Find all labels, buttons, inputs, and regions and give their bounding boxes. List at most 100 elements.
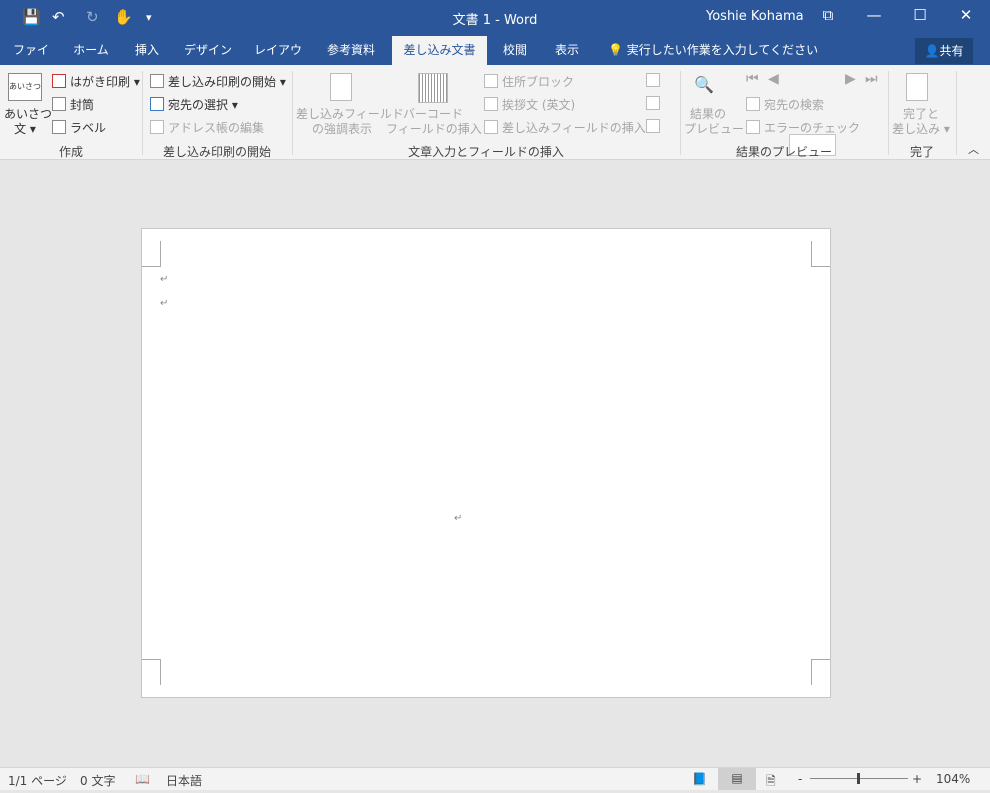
postcard-button[interactable]: はがき印刷 ▾	[52, 73, 140, 90]
first-record-icon[interactable]: ⏮	[746, 71, 759, 87]
crop-mark	[811, 659, 830, 685]
maximize-icon[interactable]: ☐	[905, 6, 935, 24]
print-layout-icon[interactable]: ▤	[718, 768, 756, 790]
highlight-label: 差し込みフィールド	[296, 107, 404, 121]
edit-recipient-list-button[interactable]: アドレス帳の編集	[150, 119, 264, 136]
divider	[956, 71, 957, 155]
barcode-label: バーコード	[402, 107, 463, 121]
zoom-level[interactable]: 104%	[936, 772, 970, 786]
group-label-create: 作成	[58, 145, 83, 159]
edit-list-label: アドレス帳の編集	[168, 121, 265, 135]
language[interactable]: 日本語	[166, 772, 202, 789]
crop-mark	[811, 241, 830, 267]
tab-design[interactable]: デザイン	[178, 36, 238, 65]
tab-review[interactable]: 校閲	[495, 36, 535, 65]
labels-button[interactable]: ラベル	[52, 119, 106, 136]
insert-barcode-button[interactable]: バーコード フィールドの挿入 ▾	[386, 107, 492, 137]
zoom-slider-thumb[interactable]	[857, 773, 860, 784]
tab-mailings[interactable]: 差し込み文書	[392, 36, 487, 65]
ribbon: あいさつ あいさつ文 ▾ はがき印刷 ▾ 封筒 ラベル 作成 差し込み印刷の開始…	[0, 65, 990, 160]
envelope-icon	[52, 97, 66, 111]
document-icon	[484, 97, 498, 111]
start-mail-merge-button[interactable]: 差し込み印刷の開始 ▾	[150, 73, 286, 90]
preview-results-button[interactable]: 結果の プレビュー	[684, 107, 745, 137]
preview-abc-icon: 🔍	[694, 75, 714, 94]
greeting-label-2: 文 ▾	[14, 122, 36, 136]
address-block-button[interactable]: 住所ブロック	[484, 73, 574, 90]
tab-view[interactable]: 表示	[545, 36, 589, 65]
barcode-label-2: フィールドの挿入 ▾	[386, 122, 492, 136]
group-label-finish: 完了	[909, 145, 934, 159]
update-labels-icon[interactable]	[646, 119, 660, 133]
crop-mark	[142, 659, 161, 685]
labels-label: ラベル	[70, 121, 107, 135]
edit-list-icon	[150, 120, 164, 134]
tab-insert[interactable]: 挿入	[126, 36, 168, 65]
title-bar: 💾 ↶ ↻ ✋ ▾ 文書 1 - Word Yoshie Kohama ⧉ — …	[0, 0, 990, 36]
paragraph-mark: ↵	[454, 513, 463, 524]
tab-file[interactable]: ファイル	[6, 36, 56, 86]
greeting-line-label: 挨拶文 (英文)	[502, 98, 576, 112]
collapse-ribbon-icon[interactable]: ︿	[968, 141, 979, 157]
paragraph-mark: ↵	[160, 298, 169, 309]
preview-label: 結果の	[689, 107, 726, 121]
lightbulb-icon: 💡	[608, 43, 623, 57]
tell-me-text: 実行したい作業を入力してください	[626, 43, 819, 57]
share-button[interactable]: 👤共有	[915, 38, 973, 64]
highlight-label-2: の強調表示	[311, 122, 372, 136]
search-icon	[746, 97, 760, 111]
start-mail-merge-icon	[150, 74, 164, 88]
tab-references[interactable]: 参考資料	[318, 36, 384, 65]
insert-merge-field-label: 差し込みフィールドの挿入 ▾	[502, 121, 656, 135]
person-icon: 👤	[924, 44, 940, 58]
rules-icon[interactable]	[646, 73, 660, 87]
group-label-start: 差し込み印刷の開始	[162, 145, 271, 159]
read-mode-icon[interactable]: 📘	[692, 772, 707, 786]
zoom-in-button[interactable]: +	[912, 772, 922, 786]
last-record-icon[interactable]: ⏭	[865, 71, 878, 87]
insert-merge-field-button[interactable]: 差し込みフィールドの挿入 ▾	[484, 119, 656, 136]
start-mail-merge-label: 差し込み印刷の開始 ▾	[168, 75, 286, 89]
tab-home[interactable]: ホーム	[66, 36, 116, 65]
address-block-label: 住所ブロック	[502, 75, 575, 89]
page-count[interactable]: 1/1 ページ	[8, 772, 67, 789]
envelope-label: 封筒	[70, 98, 95, 112]
find-recipient-label: 宛先の検索	[764, 98, 825, 112]
minimize-icon[interactable]: —	[859, 6, 889, 24]
envelope-button[interactable]: 封筒	[52, 96, 94, 113]
find-recipient-button[interactable]: 宛先の検索	[746, 96, 824, 113]
select-recipients-button[interactable]: 宛先の選択 ▾	[150, 96, 238, 113]
check-errors-label: エラーのチェック	[764, 121, 861, 135]
crop-mark	[142, 241, 161, 267]
tell-me-box[interactable]: 💡 実行したい作業を入力してください	[604, 36, 822, 65]
recipients-icon	[150, 97, 164, 111]
group-label-preview: 結果のプレビュー	[735, 145, 832, 159]
next-record-icon[interactable]: ▶	[845, 71, 856, 87]
previous-record-icon[interactable]: ◀	[768, 71, 779, 87]
finish-merge-button[interactable]: 完了と 差し込み ▾	[892, 107, 950, 137]
postcard-icon	[52, 74, 66, 88]
highlight-fields-icon	[330, 73, 352, 101]
ribbon-tabs: ファイル ホーム 挿入 デザイン レイアウト 参考資料 差し込み文書 校閲 表示…	[0, 36, 990, 86]
finish-merge-icon	[906, 73, 928, 101]
check-errors-button[interactable]: エラーのチェック	[746, 119, 860, 136]
ribbon-display-options-icon[interactable]: ⧉	[813, 6, 843, 24]
document-page[interactable]: ↵ ↵ ↵	[141, 228, 831, 698]
highlight-merge-fields-button[interactable]: 差し込みフィールド の強調表示	[296, 107, 404, 137]
greeting-card-icon: あいさつ	[8, 73, 42, 101]
greeting-line-button[interactable]: 挨拶文 (英文)	[484, 96, 575, 113]
word-count[interactable]: 0 文字	[80, 772, 115, 789]
close-icon[interactable]: ✕	[951, 6, 981, 24]
greeting-button[interactable]: あいさつ文 ▾	[4, 107, 52, 137]
preview-label-2: プレビュー	[684, 122, 745, 136]
proofing-icon[interactable]: 📖	[135, 772, 150, 786]
tab-layout[interactable]: レイアウト	[248, 36, 308, 86]
status-bar: 1/1 ページ 0 文字 📖 日本語 📘 ▤ 🗎 - + 104%	[0, 767, 990, 790]
zoom-out-button[interactable]: -	[798, 772, 802, 786]
group-label-fields: 文章入力とフィールドの挿入	[408, 145, 564, 159]
finish-label-2: 差し込み ▾	[892, 122, 950, 136]
match-fields-icon[interactable]	[646, 96, 660, 110]
labels-icon	[52, 120, 66, 134]
share-label: 共有	[939, 44, 964, 58]
user-name[interactable]: Yoshie Kohama	[706, 9, 804, 24]
